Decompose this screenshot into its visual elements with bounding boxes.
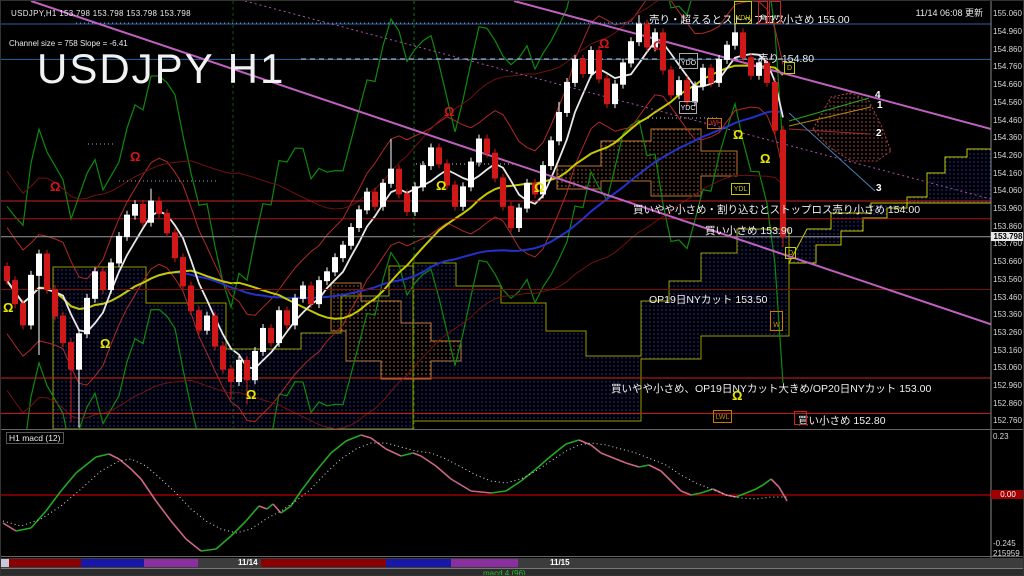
buy-15390-label: 買い小さめ 153.90 (705, 223, 793, 238)
price-tick-label: 155.060 (993, 9, 1023, 18)
ribbon-indicator-text: macd 4 (96) (483, 569, 526, 576)
current-price-tag: 153.798 (991, 232, 1024, 241)
price-tick-label: 154.560 (993, 98, 1023, 107)
omega-signal-icon: Ω (444, 105, 454, 118)
omega-signal-icon: Ω (733, 128, 743, 141)
ribbon-segment (451, 559, 518, 567)
pivot-box-LWL[interactable]: LWL (713, 410, 732, 423)
ribbon-segment (81, 559, 144, 567)
date-label: 11/15 (550, 558, 570, 567)
ribbon-segment (386, 559, 451, 567)
price-tick-label: 153.960 (993, 204, 1023, 213)
pivot-box-YDO[interactable]: YDO (679, 53, 698, 69)
buy-15280-label: 買い小さめ 152.80 (798, 413, 886, 428)
omega-signal-icon: Ω (3, 301, 13, 314)
trading-chart-window: USDJPY,H1 153.798 153.798 153.798 153.79… (0, 0, 1024, 576)
pane-separator-top[interactable] (1, 429, 1024, 430)
omega-signal-icon: Ω (130, 150, 140, 163)
pivot-box-mark[interactable] (794, 411, 807, 425)
omega-signal-icon: Ω (534, 181, 544, 194)
buy-154-label: 買いやや小さめ・割り込むとストップロス売り小さめ 154.00 (633, 202, 920, 217)
sell-155-price: 小さめ 155.00 (783, 12, 850, 27)
omega-signal-icon: Ω (246, 388, 256, 401)
omega-signal-icon: Ω (100, 337, 110, 350)
price-tick-label: 153.360 (993, 310, 1023, 319)
ribbon-segment (9, 559, 81, 567)
op19-label: OP19日NYカット 153.50 (649, 292, 767, 307)
price-tick-label: 153.460 (993, 293, 1023, 302)
pivot-box-YDL[interactable]: YDL (731, 183, 750, 195)
omega-signal-icon: Ω (50, 180, 60, 193)
price-tick-label: 154.960 (993, 27, 1023, 36)
macd-top-value: 0.23 (993, 432, 1023, 441)
omega-signal-icon: Ω (436, 179, 446, 192)
time-axis-bar[interactable]: macd 4 (96) (1, 568, 1024, 576)
omega-signal-icon: Ω (653, 39, 663, 52)
fan-line-number: 2 (876, 128, 882, 139)
fan-line-number: 1 (877, 100, 883, 111)
buy-153-label: 買いやや小さめ、OP19日NYカット大きめ/OP20日NYカット 153.00 (611, 381, 931, 396)
pivot-box-D[interactable]: D (784, 62, 795, 74)
macd-indicator-label: H1 macd (12) (6, 432, 64, 444)
macd-bottom-value: -0.245 (993, 539, 1023, 548)
pivot-box-LWH[interactable]: LWH (707, 118, 722, 129)
price-tick-label: 152.860 (993, 399, 1023, 408)
omega-signal-icon: Ω (760, 152, 770, 165)
last-updated-timestamp: 11/14 06:08 更新 (916, 6, 983, 19)
price-tick-label: 154.860 (993, 45, 1023, 54)
trend-ribbon-bar: 11/14 11/15 (1, 558, 1024, 568)
ribbon-segment (144, 559, 198, 567)
page-title: USDJPY H1 (37, 45, 285, 93)
price-tick-label: 154.360 (993, 133, 1023, 142)
omega-signal-icon: Ω (732, 389, 742, 402)
price-tick-label: 154.160 (993, 169, 1023, 178)
price-tick-label: 153.760 (993, 239, 1023, 248)
ribbon-segment (1, 559, 9, 567)
price-tick-label: 154.760 (993, 62, 1023, 71)
price-tick-label: 153.860 (993, 222, 1023, 231)
price-tick-label: 153.060 (993, 363, 1023, 372)
pivot-box-D[interactable]: D (785, 247, 796, 259)
pane-separator-bottom[interactable] (1, 556, 1024, 557)
fan-line-number: 3 (876, 183, 882, 194)
price-tick-label: 152.760 (993, 416, 1023, 425)
symbol-ohlc-readout: USDJPY,H1 153.798 153.798 153.798 153.79… (11, 9, 191, 18)
price-tick-label: 153.560 (993, 275, 1023, 284)
ribbon-segment (261, 559, 386, 567)
pivot-box-W[interactable]: W (770, 311, 783, 331)
macd-zero-tag: 0.00 (991, 490, 1024, 499)
price-tick-label: 154.260 (993, 151, 1023, 160)
pivot-box-W[interactable]: W (769, 1, 781, 24)
price-tick-label: 153.260 (993, 328, 1023, 337)
price-tick-label: 154.660 (993, 80, 1023, 89)
price-tick-label: 153.160 (993, 346, 1023, 355)
pivot-box-YDH[interactable]: YDH (734, 1, 752, 24)
date-label: 11/14 (238, 558, 258, 567)
price-tick-label: 154.060 (993, 186, 1023, 195)
pivot-box-M[interactable]: M (758, 1, 768, 24)
price-tick-label: 152.960 (993, 381, 1023, 390)
price-tick-label: 154.460 (993, 116, 1023, 125)
omega-signal-icon: Ω (599, 37, 609, 50)
pivot-box-YDC[interactable]: YDC (679, 101, 697, 114)
price-tick-label: 153.660 (993, 257, 1023, 266)
